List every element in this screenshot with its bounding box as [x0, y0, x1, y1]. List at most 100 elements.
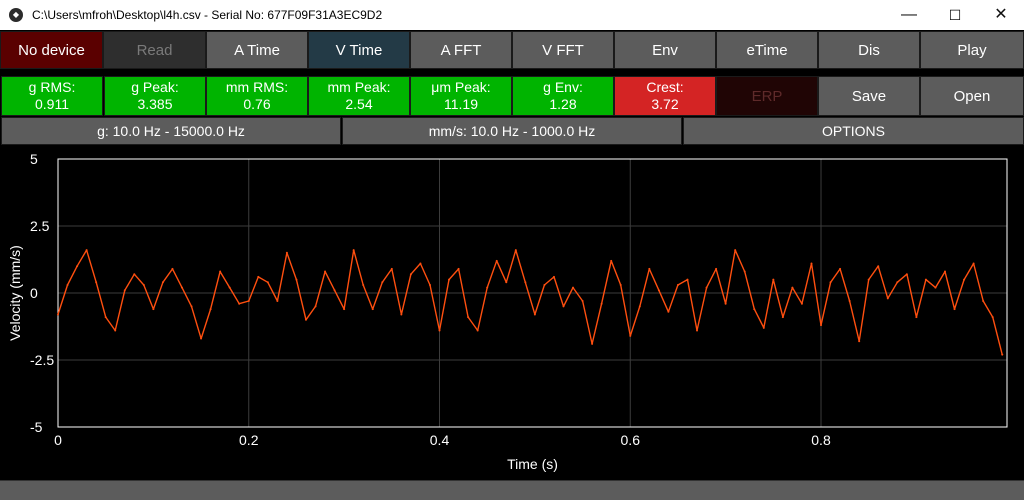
data-point	[915, 316, 918, 319]
maximize-icon[interactable]: ☐	[932, 0, 978, 30]
minimize-icon[interactable]: —	[886, 0, 932, 30]
dis-button[interactable]: Dis	[818, 31, 920, 69]
data-point	[419, 262, 422, 265]
g-env-metric: g Env: 1.28	[512, 76, 614, 116]
velocity-trace	[57, 249, 1003, 355]
data-point	[324, 270, 327, 273]
data-point	[591, 342, 594, 345]
a-time-button[interactable]: A Time	[206, 31, 308, 69]
title-bar: ◆ C:\Users\mfroh\Desktop\l4h.csv - Seria…	[0, 0, 1024, 30]
data-point	[104, 316, 107, 319]
data-point	[247, 300, 250, 303]
data-point	[934, 286, 937, 289]
data-point	[657, 289, 660, 292]
data-point	[667, 310, 670, 313]
data-point	[343, 308, 346, 311]
data-point	[152, 308, 155, 311]
data-point	[924, 278, 927, 281]
erp-button[interactable]: ERP	[716, 76, 818, 116]
status-bar	[0, 480, 1024, 500]
x-tick-label: 0.8	[811, 432, 831, 448]
y-tick-label: -2.5	[30, 352, 54, 368]
data-point	[495, 259, 498, 262]
v-time-button[interactable]: V Time	[308, 31, 410, 69]
mm-rms-metric: mm RMS: 0.76	[206, 76, 308, 116]
data-point	[400, 313, 403, 316]
y-tick-label: 5	[30, 151, 38, 167]
data-point	[409, 273, 412, 276]
data-point	[839, 267, 842, 270]
data-point	[562, 305, 565, 308]
data-point	[743, 270, 746, 273]
data-point	[686, 278, 689, 281]
data-point	[619, 283, 622, 286]
data-point	[381, 281, 384, 284]
play-button[interactable]: Play	[920, 31, 1024, 69]
save-button[interactable]: Save	[818, 76, 920, 116]
etime-button[interactable]: eTime	[716, 31, 818, 69]
data-point	[963, 278, 966, 281]
metric-label: g Peak:	[131, 79, 179, 95]
g-filter-button[interactable]: g: 10.0 Hz - 15000.0 Hz	[1, 117, 341, 145]
metric-value: 2.54	[345, 96, 373, 112]
data-point	[352, 249, 355, 252]
velocity-plot[interactable]: 0 0.2 0.4 0.6 0.8 5 2.5 0 -2.5 -5 Time (s) Velocity…	[0, 148, 1024, 478]
open-button[interactable]: Open	[920, 76, 1024, 116]
data-point	[57, 313, 59, 316]
options-button[interactable]: OPTIONS	[683, 117, 1024, 145]
data-point	[457, 267, 460, 270]
data-point	[820, 324, 823, 327]
metric-value: 0.911	[35, 96, 69, 112]
data-point	[448, 278, 451, 281]
data-point	[276, 300, 279, 303]
metric-label: g Env:	[543, 79, 583, 95]
data-point	[552, 275, 555, 278]
app-logo-icon: ◆	[9, 8, 23, 22]
x-tick-label: 0	[54, 432, 62, 448]
data-point	[428, 283, 431, 286]
data-point	[886, 297, 889, 300]
y-tick-label: 2.5	[30, 218, 50, 234]
data-point	[877, 265, 880, 268]
a-fft-button[interactable]: A FFT	[410, 31, 512, 69]
data-point	[266, 281, 269, 284]
data-point	[438, 329, 441, 332]
data-point	[991, 316, 994, 319]
data-point	[867, 278, 870, 281]
data-point	[142, 283, 145, 286]
data-point	[514, 249, 517, 252]
x-tick-label: 0.6	[621, 432, 641, 448]
data-point	[715, 267, 718, 270]
mm-peak-metric: mm Peak: 2.54	[308, 76, 410, 116]
data-point	[486, 286, 489, 289]
data-point	[171, 267, 174, 270]
data-point	[648, 267, 651, 270]
data-point	[190, 305, 193, 308]
data-point	[972, 262, 975, 265]
data-point	[944, 270, 947, 273]
data-point	[781, 316, 784, 319]
metric-value: 11.19	[444, 96, 478, 112]
metric-value: 0.76	[243, 96, 271, 112]
data-point	[161, 281, 164, 284]
data-point	[696, 329, 699, 332]
metric-label: g RMS:	[28, 79, 76, 95]
data-point	[295, 278, 298, 281]
data-point	[753, 308, 756, 311]
mm-filter-button[interactable]: mm/s: 10.0 Hz - 1000.0 Hz	[342, 117, 682, 145]
data-point	[829, 281, 832, 284]
data-point	[133, 273, 136, 276]
v-fft-button[interactable]: V FFT	[512, 31, 614, 69]
data-point	[848, 300, 851, 303]
data-point	[600, 302, 603, 305]
data-point	[219, 270, 222, 273]
data-point	[858, 340, 861, 343]
g-peak-metric: g Peak: 3.385	[104, 76, 206, 116]
close-icon[interactable]: ✕	[978, 0, 1024, 30]
data-point	[638, 305, 641, 308]
no-device-button[interactable]: No device	[0, 31, 103, 69]
window-title: C:\Users\mfroh\Desktop\l4h.csv - Serial …	[32, 8, 383, 22]
read-button[interactable]: Read	[103, 31, 206, 69]
data-point	[724, 302, 727, 305]
env-button[interactable]: Env	[614, 31, 716, 69]
